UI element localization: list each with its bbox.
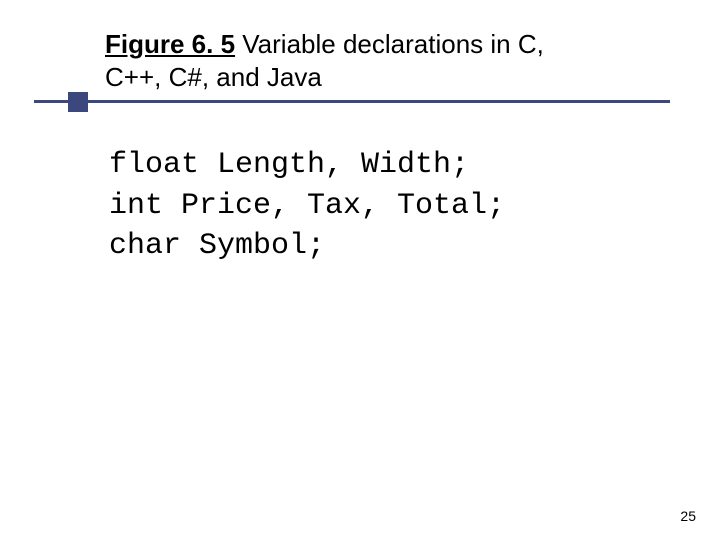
figure-title-line2: C++, C#, and Java <box>105 62 322 92</box>
page-number: 25 <box>680 508 696 524</box>
code-line-3: char Symbol; <box>109 229 325 263</box>
slide: Figure 6. 5 Variable declarations in C, … <box>0 0 720 540</box>
code-line-1: float Length, Width; <box>109 148 469 182</box>
title-underline-bar <box>34 100 670 103</box>
accent-square-icon <box>68 92 88 112</box>
figure-title: Figure 6. 5 Variable declarations in C, … <box>105 28 665 93</box>
figure-label: Figure 6. 5 <box>105 29 235 59</box>
code-line-2: int Price, Tax, Total; <box>109 189 505 223</box>
figure-title-rest: Variable declarations in C, <box>235 29 544 59</box>
code-example: float Length, Width; int Price, Tax, Tot… <box>109 145 505 267</box>
